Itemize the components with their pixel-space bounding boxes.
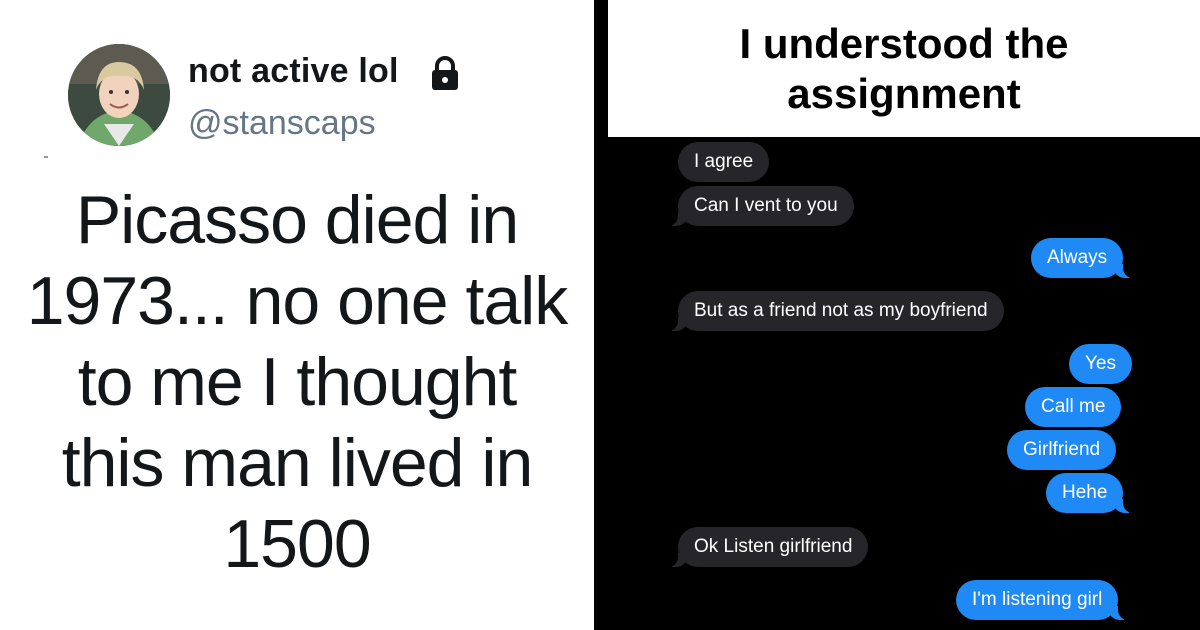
- avatar[interactable]: [68, 44, 170, 146]
- tweet-card: not active lol @stanscaps Picasso died i…: [0, 0, 594, 630]
- caption-box: I understood the assignment: [608, 0, 1200, 137]
- divider-mark: [44, 156, 48, 158]
- lock-icon: [432, 56, 458, 90]
- message-sent: Always: [1031, 238, 1136, 278]
- message-received: I agree: [678, 142, 770, 182]
- tweet-text: Picasso died in 1973... no one talk to m…: [26, 182, 569, 582]
- message-sent: Yes: [1069, 344, 1132, 384]
- meme-caption: I understood the assignment: [739, 19, 1069, 117]
- meme-panel: I understood the assignment I agree Can …: [594, 0, 1200, 630]
- message-received: Ok Listen girlfriend: [665, 527, 869, 567]
- message-received: But as a friend not as my boyfriend: [666, 291, 1004, 331]
- message-sent: Girlfriend: [1007, 430, 1117, 470]
- display-name[interactable]: not active lol: [188, 52, 399, 91]
- message-received: Can I vent to you: [666, 186, 854, 226]
- avatar-image: [68, 44, 170, 146]
- message-sent: I'm listening girl: [956, 580, 1131, 620]
- handle[interactable]: @stanscaps: [188, 104, 376, 143]
- message-sent: Hehe: [1046, 473, 1136, 513]
- message-sent: Call me: [1025, 387, 1122, 427]
